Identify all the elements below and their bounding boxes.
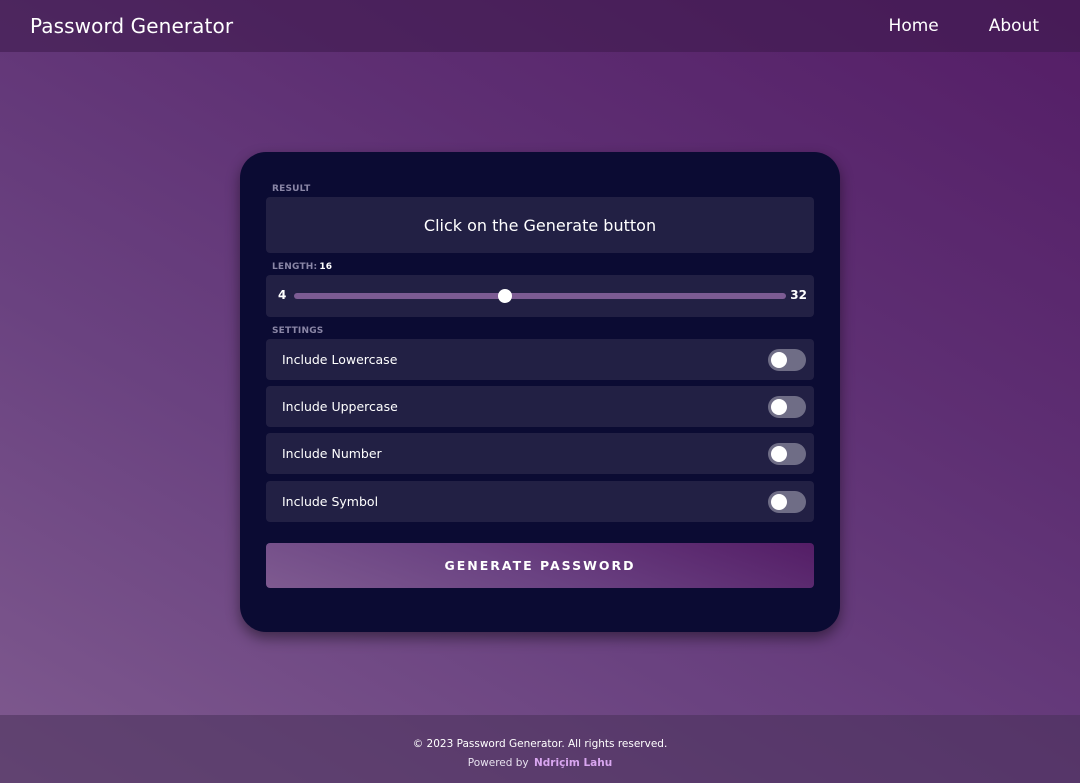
toggle-knob <box>771 351 787 368</box>
result-display[interactable]: Click on the Generate button <box>266 197 814 253</box>
setting-label-symbol: Include Symbol <box>282 494 379 509</box>
length-label-text: LENGTH: <box>272 262 318 272</box>
author-link[interactable]: Ndriçim Lahu <box>534 757 612 769</box>
toggle-knob <box>771 398 787 415</box>
result-text: Click on the Generate button <box>423 215 657 235</box>
toggle-number[interactable] <box>768 442 806 465</box>
setting-label-lowercase: Include Lowercase <box>282 352 398 367</box>
result-label: RESULT <box>272 184 311 194</box>
toggle-symbol[interactable] <box>768 490 806 513</box>
main-nav: Home About <box>839 16 1039 36</box>
top-navbar: Password Generator Home About <box>0 0 1080 52</box>
generate-password-button[interactable]: GENERATE PASSWORD <box>266 543 814 588</box>
nav-link-home[interactable]: Home <box>889 16 939 36</box>
length-label: LENGTH: 16 <box>272 262 332 272</box>
footer-copyright: © 2023 Password Generator. All rights re… <box>412 738 668 750</box>
setting-row-uppercase: Include Uppercase <box>266 386 814 427</box>
nav-link-about[interactable]: About <box>989 16 1039 36</box>
setting-row-number: Include Number <box>266 433 814 474</box>
settings-label: SETTINGS <box>272 326 324 336</box>
length-value: 16 <box>319 262 333 272</box>
brand-title[interactable]: Password Generator <box>30 14 233 38</box>
toggle-knob <box>771 493 787 510</box>
setting-label-uppercase: Include Uppercase <box>282 399 398 414</box>
setting-row-symbol: Include Symbol <box>266 481 814 522</box>
length-slider-panel: 4 32 <box>266 275 814 317</box>
powered-by-text: Powered by <box>467 757 529 769</box>
setting-row-lowercase: Include Lowercase <box>266 339 814 380</box>
toggle-uppercase[interactable] <box>768 395 806 418</box>
password-generator-card: RESULT Click on the Generate button LENG… <box>240 152 840 632</box>
toggle-knob <box>771 445 787 462</box>
slider-min-value: 4 <box>278 288 287 302</box>
length-slider-track[interactable] <box>294 289 786 303</box>
page-footer: © 2023 Password Generator. All rights re… <box>0 715 1080 783</box>
length-slider-thumb[interactable] <box>497 289 512 303</box>
setting-label-number: Include Number <box>282 446 382 461</box>
toggle-lowercase[interactable] <box>768 348 806 371</box>
footer-powered-by: Powered by Ndriçim Lahu <box>0 757 1080 769</box>
slider-max-value: 32 <box>790 288 807 302</box>
